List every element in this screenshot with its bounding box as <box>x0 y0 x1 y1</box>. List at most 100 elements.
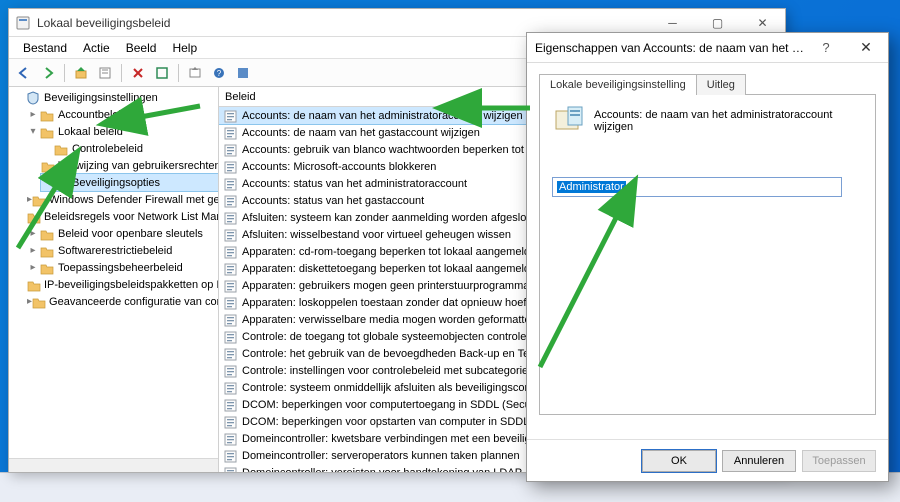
policy-item-label: Apparaten: gebruikers mogen geen printer… <box>242 280 548 292</box>
tree-item[interactable]: Beleidsregels voor Network List Manag… <box>27 208 218 225</box>
expander-icon[interactable]: ▸ <box>27 109 39 120</box>
policy-item-label: DCOM: beperkingen voor opstarten van com… <box>242 416 554 428</box>
policy-item-icon <box>223 363 239 379</box>
props-icon[interactable] <box>94 62 116 84</box>
help2-icon[interactable] <box>232 62 254 84</box>
dialog-titlebar[interactable]: Eigenschappen van Accounts: de naam van … <box>527 33 888 63</box>
policy-item-label: Controle: systeem onmiddellijk afsluiten… <box>242 382 548 394</box>
tree-root[interactable]: Beveiligingsinstellingen <box>13 89 218 106</box>
policy-item-icon <box>223 227 239 243</box>
cancel-button[interactable]: Annuleren <box>722 450 796 472</box>
folder-icon <box>39 260 55 276</box>
tree-item-label: Beleid voor openbare sleutels <box>58 228 203 240</box>
policy-item-label: Domeincontroller: vereisten voor handtek… <box>242 467 552 473</box>
policy-name: Accounts: de naam van het administratora… <box>594 109 863 133</box>
policy-item-icon <box>223 414 239 430</box>
tree-subitem[interactable]: Controlebeleid <box>41 140 218 157</box>
policy-item-icon <box>223 295 239 311</box>
policy-item-label: DCOM: beperkingen voor computertoegang i… <box>242 399 551 411</box>
refresh-icon[interactable] <box>151 62 173 84</box>
folder-icon <box>32 192 46 208</box>
policy-item-label: Apparaten: diskettetoegang beperken tot … <box>242 263 550 275</box>
tree-item-label: Beleidsregels voor Network List Manag… <box>44 211 219 223</box>
tree-subitem[interactable]: Beveiligingsopties <box>41 174 218 191</box>
expander-icon[interactable]: ▸ <box>27 228 39 239</box>
folder-icon <box>53 141 69 157</box>
policy-item-label: Accounts: de naam van het administratora… <box>242 110 523 122</box>
tree-subitem-label: Controlebeleid <box>72 143 143 155</box>
policy-item-label: Controle: de toegang tot globale systeem… <box>242 331 542 343</box>
folder-icon <box>27 209 41 225</box>
policy-item-icon <box>223 431 239 447</box>
policy-item-icon <box>223 465 239 473</box>
menu-file[interactable]: Bestand <box>15 39 75 57</box>
tab-local-security[interactable]: Lokale beveiligingsinstelling <box>539 74 697 95</box>
tree-item[interactable]: IP-beveiligingsbeleidspakketten op Lo… <box>27 276 218 293</box>
tree-item-label: IP-beveiligingsbeleidspakketten op Lo… <box>44 279 219 291</box>
delete-icon[interactable] <box>127 62 149 84</box>
policy-item-label: Controle: instellingen voor controlebele… <box>242 365 545 377</box>
tree-item[interactable]: ▸ Beleid voor openbare sleutels <box>27 225 218 242</box>
tree-item[interactable]: ▸ Toepassingsbeheerbeleid <box>27 259 218 276</box>
shield-icon <box>25 90 41 106</box>
menu-view[interactable]: Beeld <box>118 39 165 57</box>
tree-item[interactable]: ▾Lokaal beleid <box>27 123 218 140</box>
policy-item-icon <box>223 278 239 294</box>
tree-item-label: Toepassingsbeheerbeleid <box>58 262 183 274</box>
folder-icon <box>41 158 55 174</box>
dialog-help-button[interactable]: ? <box>808 40 844 55</box>
folder-icon <box>27 277 41 293</box>
expander-icon[interactable]: ▾ <box>27 126 39 137</box>
policy-item-label: Afsluiten: wisselbestand voor virtueel g… <box>242 229 511 241</box>
export-icon[interactable] <box>184 62 206 84</box>
tree-subitem-label: Beveiligingsopties <box>72 177 160 189</box>
tree-item-label: Softwarerestrictiebeleid <box>58 245 172 257</box>
policy-item-icon <box>223 159 239 175</box>
tab-explanation[interactable]: Uitleg <box>696 74 746 95</box>
policy-item-icon <box>223 108 239 124</box>
tree-subitem[interactable]: Toewijzing van gebruikersrechten <box>41 157 218 174</box>
policy-item-label: Apparaten: cd-rom-toegang beperken tot l… <box>242 246 547 258</box>
policy-item-icon <box>223 261 239 277</box>
tree-item[interactable]: ▸ Accountbeleid <box>27 106 218 123</box>
menu-action[interactable]: Actie <box>75 39 118 57</box>
expander-icon[interactable]: ▸ <box>27 262 39 273</box>
apply-button[interactable]: Toepassen <box>802 450 876 472</box>
tree-item[interactable]: ▸Geavanceerde configuratie van contro… <box>27 293 218 310</box>
menu-help[interactable]: Help <box>164 39 205 57</box>
forward-icon[interactable] <box>37 62 59 84</box>
rename-admin-input[interactable]: Administrator <box>552 177 842 197</box>
tree-pane[interactable]: Beveiligingsinstellingen ▸ Accountbeleid ▾L… <box>9 87 219 472</box>
app-icon <box>15 15 31 31</box>
folder-icon <box>53 175 69 191</box>
policy-item-icon <box>223 210 239 226</box>
up-icon[interactable] <box>70 62 92 84</box>
tree-item[interactable]: ▸Windows Defender Firewall met geava… <box>27 191 218 208</box>
tree-root-label: Beveiligingsinstellingen <box>44 92 158 104</box>
policy-item-label: Domeincontroller: kwetsbare verbindingen… <box>242 433 551 445</box>
folder-icon <box>39 107 55 123</box>
tree-scrollbar[interactable] <box>9 458 218 472</box>
tree-item-label: Geavanceerde configuratie van contro… <box>49 296 219 308</box>
tree-item[interactable]: ▸ Softwarerestrictiebeleid <box>27 242 218 259</box>
policy-item-label: Accounts: status van het gastaccount <box>242 195 424 207</box>
policy-item-icon <box>223 125 239 141</box>
tree-item-label: Accountbeleid <box>58 109 127 121</box>
policy-item-icon <box>223 312 239 328</box>
help1-icon[interactable]: ? <box>208 62 230 84</box>
expander-icon[interactable]: ▸ <box>27 245 39 256</box>
rename-admin-value: Administrator <box>557 181 626 193</box>
policy-item-label: Controle: het gebruik van de bevoegdhede… <box>242 348 550 360</box>
policy-item-label: Accounts: de naam van het gastaccount wi… <box>242 127 480 139</box>
ok-button[interactable]: OK <box>642 450 716 472</box>
back-icon[interactable] <box>13 62 35 84</box>
policy-item-icon <box>223 397 239 413</box>
policy-item-label: Accounts: gebruik van blanco wachtwoorde… <box>242 144 544 156</box>
policy-item-icon <box>223 346 239 362</box>
policy-item-icon <box>223 380 239 396</box>
policy-item-icon <box>223 193 239 209</box>
dialog-close-button[interactable]: ✕ <box>844 39 888 56</box>
policy-icon <box>552 105 584 137</box>
folder-icon <box>39 226 55 242</box>
tree-subitem-label: Toewijzing van gebruikersrechten <box>58 160 219 172</box>
